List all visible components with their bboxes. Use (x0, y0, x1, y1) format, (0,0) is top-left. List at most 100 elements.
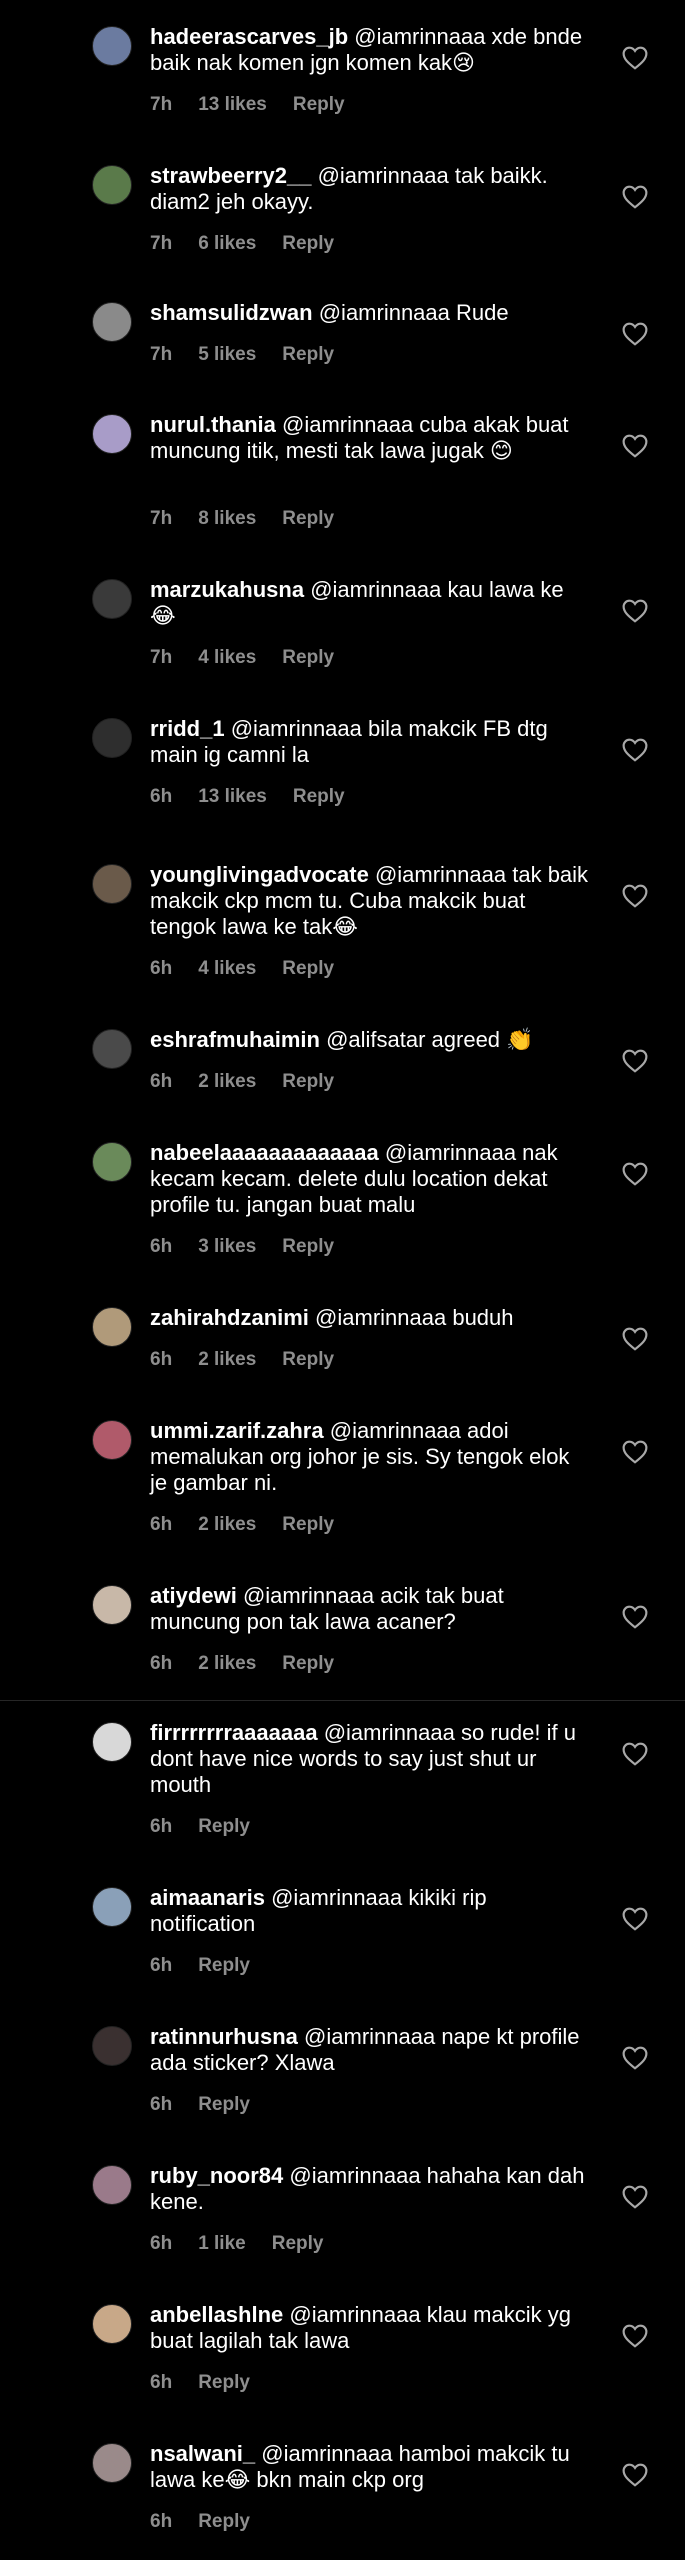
heart-outline-icon[interactable] (622, 1742, 648, 1766)
avatar[interactable] (92, 1142, 132, 1182)
username-link[interactable]: marzukahusna (150, 577, 304, 602)
heart-outline-icon[interactable] (622, 2324, 648, 2348)
reply-button[interactable]: Reply (282, 1349, 334, 1370)
likes-count[interactable]: 2 likes (198, 1071, 256, 1092)
heart-outline-icon[interactable] (622, 1907, 648, 1931)
timestamp: 6h (150, 1514, 173, 1535)
avatar[interactable] (92, 2443, 132, 2483)
avatar[interactable] (92, 1420, 132, 1460)
comment-meta: 6h Reply (150, 2372, 276, 2394)
reply-button[interactable]: Reply (282, 233, 334, 254)
username-link[interactable]: nabeelaaaaaaaaaaaaa (150, 1140, 379, 1165)
likes-count[interactable]: 4 likes (198, 958, 256, 979)
username-link[interactable]: anbellashlne (150, 2302, 283, 2327)
comment-meta: 7h 5 likes Reply (150, 344, 360, 366)
avatar[interactable] (92, 1029, 132, 1069)
reply-button[interactable]: Reply (282, 508, 334, 529)
username-link[interactable]: firrrrrrrraaaaaaa (150, 1720, 318, 1745)
comment-meta: 6h Reply (150, 2511, 276, 2533)
reply-button[interactable]: Reply (293, 786, 345, 807)
heart-outline-icon[interactable] (622, 185, 648, 209)
username-link[interactable]: aimaanaris (150, 1885, 265, 1910)
heart-outline-icon[interactable] (622, 599, 648, 623)
likes-count[interactable]: 1 like (198, 2233, 246, 2254)
likes-count[interactable]: 13 likes (198, 786, 267, 807)
likes-count[interactable]: 8 likes (198, 508, 256, 529)
username-link[interactable]: hadeerascarves_jb (150, 24, 348, 49)
reply-button[interactable]: Reply (282, 958, 334, 979)
username-link[interactable]: strawbeerry2__ (150, 163, 311, 188)
avatar[interactable] (92, 1307, 132, 1347)
reply-button[interactable]: Reply (198, 1955, 250, 1976)
comment-text: shamsulidzwan @iamrinnaaa Rude (150, 300, 590, 326)
avatar[interactable] (92, 579, 132, 619)
likes-count[interactable]: 2 likes (198, 1514, 256, 1535)
likes-count[interactable]: 4 likes (198, 647, 256, 668)
likes-count[interactable]: 5 likes (198, 344, 256, 365)
reply-button[interactable]: Reply (198, 2372, 250, 2393)
reply-button[interactable]: Reply (198, 2094, 250, 2115)
heart-outline-icon[interactable] (622, 2046, 648, 2070)
reply-button[interactable]: Reply (198, 2511, 250, 2532)
heart-outline-icon[interactable] (622, 1049, 648, 1073)
avatar[interactable] (92, 2165, 132, 2205)
avatar[interactable] (92, 2026, 132, 2066)
heart-outline-icon[interactable] (622, 322, 648, 346)
reply-button[interactable]: Reply (282, 1653, 334, 1674)
likes-count[interactable]: 2 likes (198, 1349, 256, 1370)
avatar[interactable] (92, 864, 132, 904)
username-link[interactable]: ruby_noor84 (150, 2163, 283, 2188)
reply-button[interactable]: Reply (282, 1071, 334, 1092)
timestamp: 6h (150, 1236, 173, 1257)
reply-button[interactable]: Reply (282, 1514, 334, 1535)
reply-button[interactable]: Reply (293, 94, 345, 115)
avatar[interactable] (92, 2304, 132, 2344)
likes-count[interactable]: 6 likes (198, 233, 256, 254)
heart-outline-icon[interactable] (622, 434, 648, 458)
heart-outline-icon[interactable] (622, 2463, 648, 2487)
timestamp: 7h (150, 508, 173, 529)
username-link[interactable]: eshrafmuhaimin (150, 1027, 320, 1052)
comment-meta: 6h 2 likes Reply (150, 1071, 360, 1093)
comment-body: @alifsatar agreed 👏 (326, 1027, 534, 1052)
likes-count[interactable]: 3 likes (198, 1236, 256, 1257)
username-link[interactable]: atiydewi (150, 1583, 237, 1608)
username-link[interactable]: shamsulidzwan (150, 300, 313, 325)
heart-outline-icon[interactable] (622, 1440, 648, 1464)
reply-button[interactable]: Reply (198, 1816, 250, 1837)
username-link[interactable]: younglivingadvocate (150, 862, 369, 887)
comment-body: @iamrinnaaa buduh (315, 1305, 514, 1330)
heart-outline-icon[interactable] (622, 738, 648, 762)
comment-text: atiydewi @iamrinnaaa acik tak buat muncu… (150, 1583, 590, 1635)
reply-button[interactable]: Reply (282, 344, 334, 365)
username-link[interactable]: zahirahdzanimi (150, 1305, 309, 1330)
avatar[interactable] (92, 718, 132, 758)
reply-button[interactable]: Reply (282, 647, 334, 668)
heart-outline-icon[interactable] (622, 1605, 648, 1629)
comment-text: nurul.thania @iamrinnaaa cuba akak buat … (150, 412, 590, 464)
timestamp: 6h (150, 2372, 173, 2393)
avatar[interactable] (92, 414, 132, 454)
reply-button[interactable]: Reply (282, 1236, 334, 1257)
heart-outline-icon[interactable] (622, 884, 648, 908)
heart-outline-icon[interactable] (622, 2185, 648, 2209)
avatar[interactable] (92, 1887, 132, 1927)
avatar[interactable] (92, 1585, 132, 1625)
likes-count[interactable]: 2 likes (198, 1653, 256, 1674)
comment-text: younglivingadvocate @iamrinnaaa tak baik… (150, 862, 590, 940)
username-link[interactable]: rridd_1 (150, 716, 225, 741)
avatar[interactable] (92, 302, 132, 342)
heart-outline-icon[interactable] (622, 46, 648, 70)
likes-count[interactable]: 13 likes (198, 94, 267, 115)
avatar[interactable] (92, 1722, 132, 1762)
heart-outline-icon[interactable] (622, 1162, 648, 1186)
username-link[interactable]: nurul.thania (150, 412, 276, 437)
username-link[interactable]: ratinnurhusna (150, 2024, 298, 2049)
avatar[interactable] (92, 26, 132, 66)
comment-text: strawbeerry2__ @iamrinnaaa tak baikk. di… (150, 163, 590, 215)
reply-button[interactable]: Reply (272, 2233, 324, 2254)
avatar[interactable] (92, 165, 132, 205)
username-link[interactable]: nsalwani_ (150, 2441, 255, 2466)
heart-outline-icon[interactable] (622, 1327, 648, 1351)
username-link[interactable]: ummi.zarif.zahra (150, 1418, 324, 1443)
